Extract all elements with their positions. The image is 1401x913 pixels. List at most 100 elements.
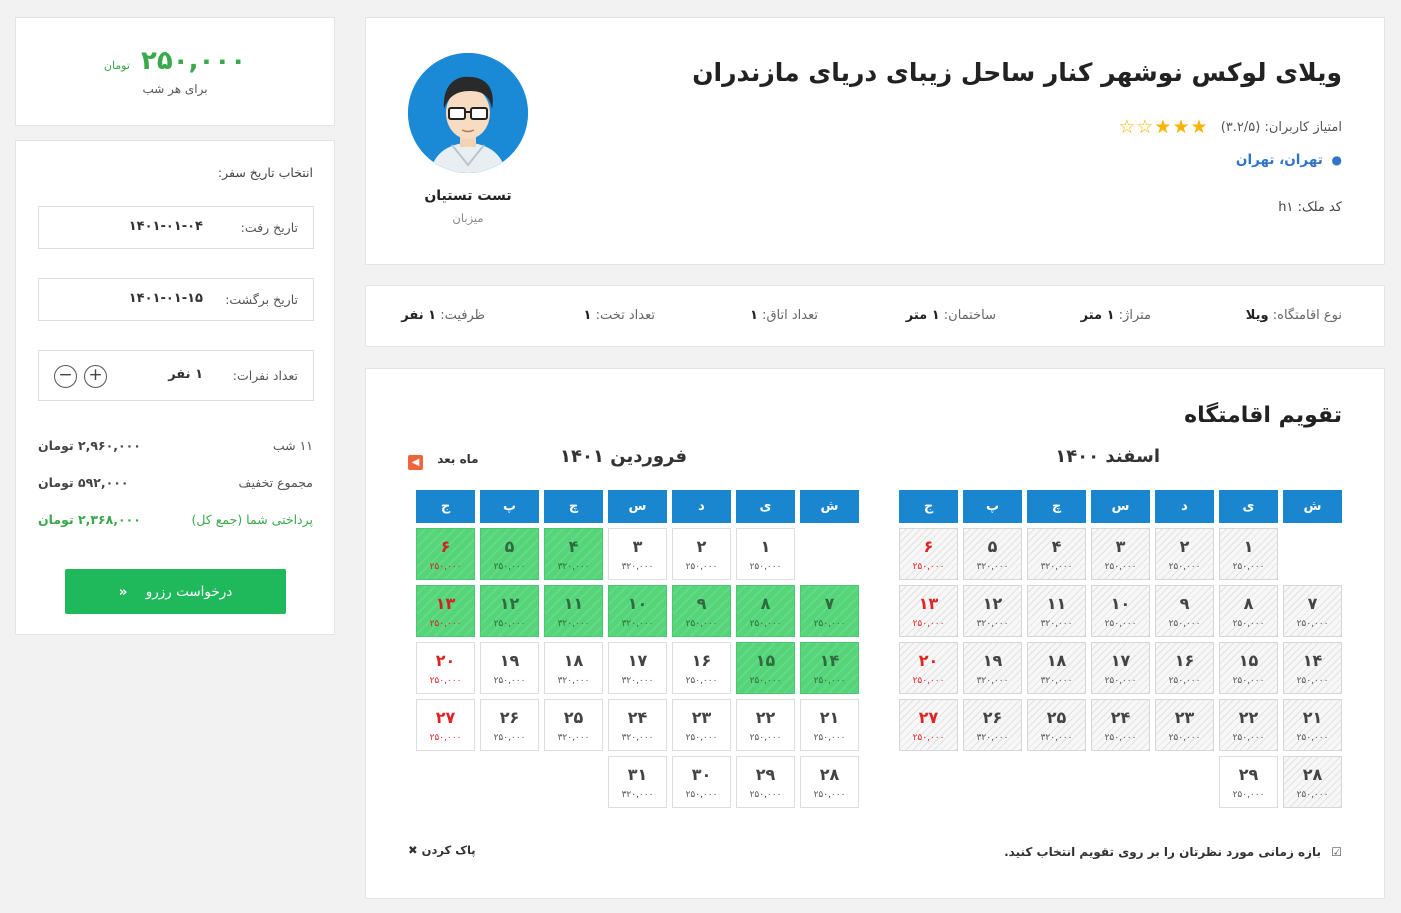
day-number: ۱۹ bbox=[499, 651, 520, 670]
calendar-day: ۲۱ ۲۵۰,۰۰۰ bbox=[1283, 699, 1342, 751]
empty-cell bbox=[800, 528, 859, 580]
calendar-day[interactable]: ۲۱ ۲۵۰,۰۰۰ bbox=[800, 699, 859, 751]
location-link[interactable]: ● تهران، تهران bbox=[1236, 152, 1342, 168]
rating-stars: ★★★☆☆ bbox=[1118, 116, 1208, 138]
calendar-day[interactable]: ۱۸ ۳۲۰,۰۰۰ bbox=[544, 642, 603, 694]
plus-icon[interactable]: + bbox=[84, 365, 107, 388]
map-pin-icon: ● bbox=[1331, 153, 1342, 167]
day-number: ۲ bbox=[1179, 537, 1190, 556]
calendar-day: ۱۱ ۳۲۰,۰۰۰ bbox=[1027, 585, 1086, 637]
star-empty-icon: ☆ bbox=[1136, 116, 1155, 138]
reserve-button[interactable]: درخواست رزرو « bbox=[65, 569, 286, 614]
price-row: ۲۵۰,۰۰۰ تومان bbox=[16, 46, 334, 76]
calendar-day[interactable]: ۱۱ ۳۲۰,۰۰۰ bbox=[544, 585, 603, 637]
day-price: ۳۲۰,۰۰۰ bbox=[1040, 733, 1073, 743]
calendar-day: ۲۶ ۳۲۰,۰۰۰ bbox=[963, 699, 1022, 751]
calendar-day[interactable]: ۳۰ ۲۵۰,۰۰۰ bbox=[672, 756, 731, 808]
calendar-day[interactable]: ۱۴ ۲۵۰,۰۰۰ bbox=[800, 642, 859, 694]
day-number: ۱۸ bbox=[1046, 651, 1067, 670]
double-arrow-icon: « bbox=[118, 583, 128, 600]
calendar-day[interactable]: ۱۹ ۲۵۰,۰۰۰ bbox=[480, 642, 539, 694]
depart-date-field[interactable]: تاریخ رفت: ۱۴۰۱-۰۱-۰۴ bbox=[38, 206, 314, 249]
calendar-day[interactable]: ۱۰ ۳۲۰,۰۰۰ bbox=[608, 585, 667, 637]
calendar-day[interactable]: ۷ ۲۵۰,۰۰۰ bbox=[800, 585, 859, 637]
day-price: ۲۵۰,۰۰۰ bbox=[912, 562, 945, 572]
calendar-day[interactable]: ۲۹ ۲۵۰,۰۰۰ bbox=[1219, 756, 1278, 808]
day-number: ۱۲ bbox=[982, 594, 1003, 613]
day-number: ۲۹ bbox=[755, 765, 776, 784]
day-number: ۲۶ bbox=[982, 708, 1003, 727]
calendar-day[interactable]: ۱۲ ۲۵۰,۰۰۰ bbox=[480, 585, 539, 637]
calendar-day[interactable]: ۱۶ ۲۵۰,۰۰۰ bbox=[672, 642, 731, 694]
day-number: ۱۵ bbox=[755, 651, 776, 670]
calendar-day[interactable]: ۵ ۲۵۰,۰۰۰ bbox=[480, 528, 539, 580]
calendar-day: ۱۸ ۳۲۰,۰۰۰ bbox=[1027, 642, 1086, 694]
listing-title: ویلای لوکس نوشهر کنار ساحل زیبای دریای م… bbox=[692, 58, 1342, 87]
host-avatar bbox=[408, 53, 528, 173]
depart-date-label: تاریخ رفت: bbox=[240, 220, 298, 235]
clear-selection-button[interactable]: پاک کردن ✖ bbox=[408, 843, 476, 857]
day-number: ۴ bbox=[568, 537, 579, 556]
calendar-day[interactable]: ۴ ۳۲۰,۰۰۰ bbox=[544, 528, 603, 580]
calendar-day[interactable]: ۳۱ ۳۲۰,۰۰۰ bbox=[608, 756, 667, 808]
day-price: ۲۵۰,۰۰۰ bbox=[1232, 562, 1265, 572]
month-title-farvardin: فروردین ۱۴۰۱ bbox=[560, 446, 687, 467]
day-price: ۲۵۰,۰۰۰ bbox=[1296, 676, 1329, 686]
spec-area: متراژ: ۱ متر bbox=[1080, 308, 1151, 323]
calendar-day[interactable]: ۶ ۲۵۰,۰۰۰ bbox=[416, 528, 475, 580]
day-number: ۷ bbox=[1307, 594, 1318, 613]
day-number: ۱۶ bbox=[691, 651, 712, 670]
calendar-day[interactable]: ۲۹ ۲۵۰,۰۰۰ bbox=[736, 756, 795, 808]
day-price: ۲۵۰,۰۰۰ bbox=[1168, 619, 1201, 629]
day-price: ۲۵۰,۰۰۰ bbox=[749, 676, 782, 686]
calendar-day[interactable]: ۲۷ ۲۵۰,۰۰۰ bbox=[416, 699, 475, 751]
calendar-day[interactable]: ۱ ۲۵۰,۰۰۰ bbox=[736, 528, 795, 580]
day-number: ۱۰ bbox=[627, 594, 648, 613]
day-price: ۲۵۰,۰۰۰ bbox=[813, 733, 846, 743]
calendar-day[interactable]: ۱۵ ۲۵۰,۰۰۰ bbox=[736, 642, 795, 694]
day-number: ۳ bbox=[632, 537, 643, 556]
calendar-day[interactable]: ۱۷ ۳۲۰,۰۰۰ bbox=[608, 642, 667, 694]
calendar-day[interactable]: ۲۶ ۲۵۰,۰۰۰ bbox=[480, 699, 539, 751]
calendar-day[interactable]: ۲۳ ۲۵۰,۰۰۰ bbox=[672, 699, 731, 751]
calendar-day[interactable]: ۲۵ ۳۲۰,۰۰۰ bbox=[544, 699, 603, 751]
calendar-day[interactable]: ۲ ۲۵۰,۰۰۰ bbox=[672, 528, 731, 580]
depart-date-value[interactable]: ۱۴۰۱-۰۱-۰۴ bbox=[129, 219, 203, 234]
calendar-day[interactable]: ۸ ۲۵۰,۰۰۰ bbox=[736, 585, 795, 637]
return-date-value[interactable]: ۱۴۰۱-۰۱-۱۵ bbox=[129, 291, 203, 306]
day-number: ۲۳ bbox=[1174, 708, 1195, 727]
day-number: ۲۵ bbox=[1046, 708, 1067, 727]
calendar-day[interactable]: ۲۰ ۲۵۰,۰۰۰ bbox=[416, 642, 475, 694]
minus-icon[interactable]: − bbox=[54, 365, 77, 388]
return-date-label: تاریخ برگشت: bbox=[225, 292, 298, 307]
calendar-day[interactable]: ۲۲ ۲۵۰,۰۰۰ bbox=[736, 699, 795, 751]
weekday-header: د bbox=[672, 490, 731, 523]
calendar-day[interactable]: ۲۴ ۳۲۰,۰۰۰ bbox=[608, 699, 667, 751]
day-price: ۳۲۰,۰۰۰ bbox=[1040, 562, 1073, 572]
return-date-field[interactable]: تاریخ برگشت: ۱۴۰۱-۰۱-۱۵ bbox=[38, 278, 314, 321]
next-month-button[interactable]: ماه بعد ◀ bbox=[408, 452, 479, 470]
spec-beds: تعداد تخت: ۱ bbox=[583, 308, 655, 323]
calendar-day[interactable]: ۲۸ ۲۵۰,۰۰۰ bbox=[800, 756, 859, 808]
host-name: تست تستیان bbox=[424, 188, 512, 204]
calendar-day[interactable]: ۱۳ ۲۵۰,۰۰۰ bbox=[416, 585, 475, 637]
calendar-day: ۱ ۲۵۰,۰۰۰ bbox=[1219, 528, 1278, 580]
spec-capacity: ظرفیت: ۱ نفر bbox=[401, 308, 485, 323]
day-number: ۲۴ bbox=[1110, 708, 1131, 727]
day-price: ۲۵۰,۰۰۰ bbox=[813, 676, 846, 686]
discount-value: ۵۹۲,۰۰۰ تومان bbox=[38, 475, 129, 490]
day-price: ۲۵۰,۰۰۰ bbox=[749, 790, 782, 800]
calendar-day[interactable]: ۹ ۲۵۰,۰۰۰ bbox=[672, 585, 731, 637]
day-price: ۲۵۰,۰۰۰ bbox=[1104, 676, 1137, 686]
day-price: ۲۵۰,۰۰۰ bbox=[1232, 733, 1265, 743]
day-price: ۲۵۰,۰۰۰ bbox=[685, 619, 718, 629]
day-price: ۲۵۰,۰۰۰ bbox=[1104, 562, 1137, 572]
day-number: ۷ bbox=[824, 594, 835, 613]
calendar-day: ۲ ۲۵۰,۰۰۰ bbox=[1155, 528, 1214, 580]
property-code: کد ملک: h۱ bbox=[1278, 200, 1342, 215]
day-number: ۱۹ bbox=[982, 651, 1003, 670]
calendar-day[interactable]: ۳ ۳۲۰,۰۰۰ bbox=[608, 528, 667, 580]
day-price: ۲۵۰,۰۰۰ bbox=[1296, 790, 1329, 800]
calendar-day: ۳ ۲۵۰,۰۰۰ bbox=[1091, 528, 1150, 580]
day-price: ۲۵۰,۰۰۰ bbox=[813, 619, 846, 629]
